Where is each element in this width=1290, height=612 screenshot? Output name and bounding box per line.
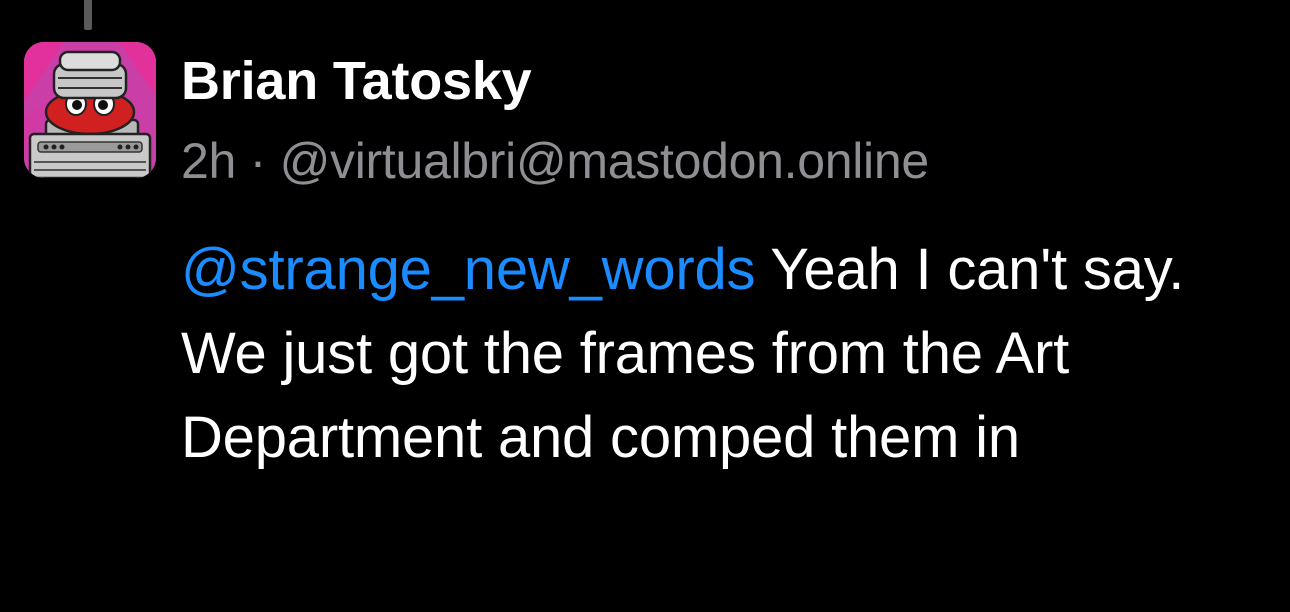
author-display-name[interactable]: Brian Tatosky xyxy=(181,50,532,112)
post-content: @strange_new_words Yeah I can't say. We … xyxy=(181,228,1241,480)
post-meta: 2h · @virtualbri@mastodon.online xyxy=(181,132,929,190)
mention-link[interactable]: @strange_new_words xyxy=(181,237,756,302)
author-handle[interactable]: @virtualbri@mastodon.online xyxy=(280,133,930,189)
post: Brian Tatosky 2h · @virtualbri@mastodon.… xyxy=(0,0,1290,612)
author-avatar[interactable] xyxy=(24,42,156,178)
post-timestamp[interactable]: 2h xyxy=(181,133,236,189)
robot-avatar-icon xyxy=(24,42,156,178)
meta-separator: · xyxy=(236,133,280,189)
